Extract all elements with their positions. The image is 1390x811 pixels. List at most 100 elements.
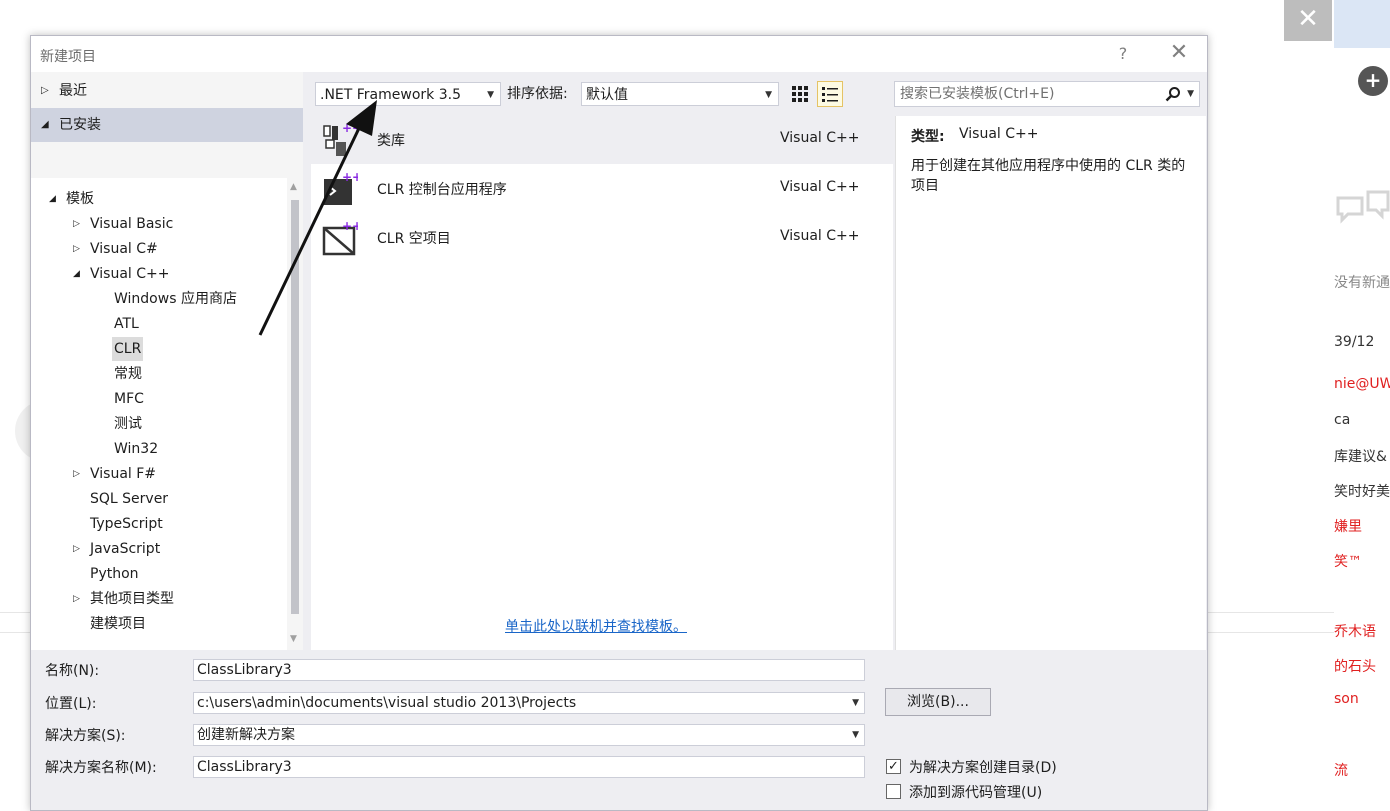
background-feed-item: 乔木语 bbox=[1334, 624, 1376, 640]
sort-select[interactable]: 默认值 ▼ bbox=[581, 82, 779, 106]
template-language: Visual C++ bbox=[780, 130, 860, 146]
location-combo[interactable]: c:\users\admin\documents\visual studio 2… bbox=[193, 692, 865, 714]
template-row[interactable]: ++ 类库 Visual C++ bbox=[311, 116, 893, 164]
dialog-title: 新建项目 bbox=[40, 49, 96, 65]
project-form: 名称(N): ClassLibrary3 位置(L): c:\users\adm… bbox=[31, 650, 1207, 810]
background-feed-item: son bbox=[1334, 691, 1359, 707]
collapse-arrow-icon[interactable]: ◢ bbox=[73, 262, 80, 286]
tree-node[interactable]: ▷ Visual C# bbox=[73, 237, 158, 261]
template-name: 类库 bbox=[377, 133, 405, 149]
collapse-arrow-icon[interactable]: ◢ bbox=[49, 187, 56, 211]
tree-node-label: CLR bbox=[114, 341, 142, 357]
tree-node-label: MFC bbox=[114, 391, 144, 407]
framework-select-value: .NET Framework 3.5 bbox=[320, 87, 461, 103]
small-icons-view-button[interactable] bbox=[787, 81, 813, 107]
tree-node[interactable]: CLR bbox=[112, 337, 144, 361]
solution-name-input[interactable]: ClassLibrary3 bbox=[193, 756, 865, 778]
tree-scrollbar[interactable]: ▲ ▼ bbox=[287, 178, 303, 650]
create-directory-checkbox[interactable]: ✓ bbox=[886, 759, 901, 774]
location-label: 位置(L): bbox=[45, 696, 97, 712]
solution-combo[interactable]: 创建新解决方案 ▼ bbox=[193, 724, 865, 746]
collapse-arrow-icon[interactable]: ◢ bbox=[41, 108, 49, 142]
template-row[interactable]: ++ CLR 控制台应用程序 Visual C++ bbox=[311, 165, 893, 213]
tree-node[interactable]: ▷ Visual F# bbox=[73, 462, 156, 486]
category-recent[interactable]: ▷ 最近 bbox=[31, 74, 303, 108]
background-feed-item: 流 bbox=[1334, 763, 1348, 779]
expand-arrow-icon[interactable]: ▷ bbox=[73, 212, 80, 236]
background-feed-item: 39/12 bbox=[1334, 334, 1375, 350]
name-input-value: ClassLibrary3 bbox=[197, 662, 292, 678]
name-input[interactable]: ClassLibrary3 bbox=[193, 659, 865, 681]
tree-node[interactable]: 常规 bbox=[114, 362, 142, 386]
background-feed-item: nie@UW bbox=[1334, 376, 1390, 392]
create-directory-label: 为解决方案创建目录(D) bbox=[909, 760, 1057, 776]
expand-arrow-icon[interactable]: ▷ bbox=[41, 74, 49, 108]
chevron-down-icon: ▼ bbox=[765, 90, 772, 100]
grid-icon bbox=[792, 86, 808, 102]
background-close-button[interactable]: ✕ bbox=[1284, 0, 1332, 41]
scroll-up-icon[interactable]: ▲ bbox=[290, 182, 297, 192]
solution-name-value: ClassLibrary3 bbox=[197, 759, 292, 775]
chevron-down-icon[interactable]: ▼ bbox=[852, 693, 859, 713]
background-feed-item: 的石头 bbox=[1334, 659, 1376, 675]
tree-node[interactable]: ◢ Visual C++ bbox=[73, 262, 169, 286]
background-add-icon[interactable]: + bbox=[1358, 66, 1388, 96]
framework-select[interactable]: .NET Framework 3.5 ▼ bbox=[315, 82, 501, 106]
tree-node-label: Windows 应用商店 bbox=[114, 291, 237, 307]
scroll-thumb[interactable] bbox=[291, 200, 299, 614]
tree-node-label: ATL bbox=[114, 316, 139, 332]
close-button[interactable]: ✕ bbox=[1167, 42, 1191, 66]
tree-node[interactable]: ATL bbox=[114, 312, 139, 336]
expand-arrow-icon[interactable]: ▷ bbox=[73, 537, 80, 561]
template-details: 类型: Visual C++ 用于创建在其他应用程序中使用的 CLR 类的项目 bbox=[895, 116, 1206, 650]
background-feed-item: 笑时好美 bbox=[1334, 484, 1390, 500]
category-installed[interactable]: ◢ 已安装 bbox=[31, 108, 303, 142]
help-button[interactable]: ? bbox=[1113, 44, 1133, 64]
tree-node[interactable]: TypeScript bbox=[90, 512, 163, 536]
list-view-button[interactable] bbox=[817, 81, 843, 107]
new-project-dialog: 新建项目 ? ✕ ▷ 最近 ◢ 已安装 ◢ 模板 ▷ Visual Basic ▷ V… bbox=[30, 35, 1208, 811]
solution-value: 创建新解决方案 bbox=[197, 727, 295, 743]
expand-arrow-icon[interactable]: ▷ bbox=[73, 587, 80, 611]
empty-project-icon: ++ bbox=[322, 219, 362, 256]
tree-node-label: 建模项目 bbox=[90, 616, 146, 632]
tree-node[interactable]: 建模项目 bbox=[90, 612, 146, 636]
sort-select-value: 默认值 bbox=[586, 87, 628, 103]
tree-node-label: 其他项目类型 bbox=[90, 591, 174, 607]
background-feed-item: 库建议& bbox=[1334, 449, 1387, 465]
background-feed-item: ca bbox=[1334, 412, 1351, 428]
tree-node[interactable]: ▷ JavaScript bbox=[73, 537, 160, 561]
tree-node[interactable]: Windows 应用商店 bbox=[114, 287, 237, 311]
tree-node[interactable]: MFC bbox=[114, 387, 144, 411]
tree-node[interactable]: Python bbox=[90, 562, 139, 586]
tree-node[interactable]: 测试 bbox=[114, 412, 142, 436]
expand-arrow-icon[interactable]: ▷ bbox=[73, 237, 80, 261]
background-chat-icon bbox=[1334, 186, 1390, 246]
search-icon[interactable] bbox=[1165, 82, 1181, 109]
tree-node-templates[interactable]: ◢ 模板 bbox=[49, 187, 94, 211]
expand-arrow-icon[interactable]: ▷ bbox=[73, 462, 80, 486]
template-row[interactable]: ++ CLR 空项目 Visual C++ bbox=[311, 214, 893, 262]
tree-node[interactable]: SQL Server bbox=[90, 487, 168, 511]
tree-node[interactable]: ▷ 其他项目类型 bbox=[73, 587, 174, 611]
template-tree: ◢ 模板 ▷ Visual Basic ▷ Visual C# ◢ Visual C++ W… bbox=[31, 178, 287, 650]
chevron-down-icon[interactable]: ▼ bbox=[852, 725, 859, 745]
svg-text:++: ++ bbox=[342, 220, 358, 233]
tree-node[interactable]: Win32 bbox=[114, 437, 158, 461]
background-feed-item: 没有新通 bbox=[1334, 275, 1390, 291]
browse-button[interactable]: 浏览(B)... bbox=[885, 688, 991, 716]
source-control-checkbox[interactable] bbox=[886, 784, 901, 799]
chevron-down-icon[interactable]: ▼ bbox=[1187, 82, 1194, 106]
template-language: Visual C++ bbox=[780, 228, 860, 244]
console-app-icon: ++ bbox=[322, 170, 362, 207]
find-templates-online-link[interactable]: 单击此处以联机并查找模板。 bbox=[505, 616, 687, 636]
template-list: ++ 类库 Visual C++ ++ CLR 控制台应用程序 Visual C++ ++ C… bbox=[311, 116, 893, 650]
template-name: CLR 空项目 bbox=[377, 231, 451, 247]
details-description: 用于创建在其他应用程序中使用的 CLR 类的项目 bbox=[911, 158, 1186, 194]
scroll-down-icon[interactable]: ▼ bbox=[290, 634, 297, 644]
tree-node-label: 模板 bbox=[66, 191, 94, 207]
tree-node[interactable]: ▷ Visual Basic bbox=[73, 212, 173, 236]
search-templates-input[interactable]: 搜索已安装模板(Ctrl+E) ▼ bbox=[894, 81, 1200, 107]
template-name: CLR 控制台应用程序 bbox=[377, 182, 507, 198]
category-label: 已安装 bbox=[59, 117, 101, 133]
